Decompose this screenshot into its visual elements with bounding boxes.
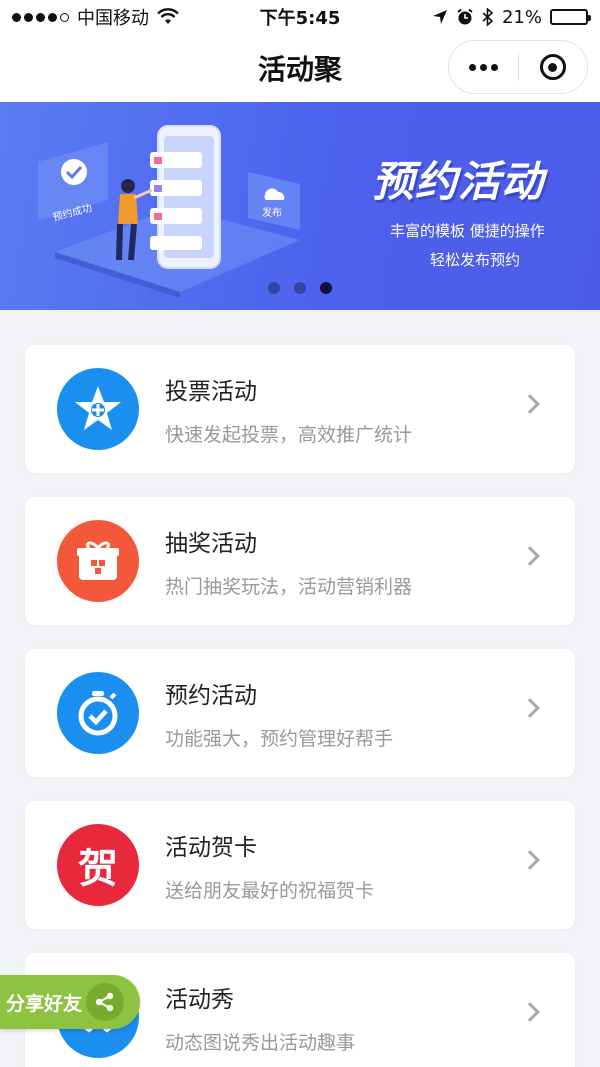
banner-title: 预约活动 [372,157,545,206]
chevron-right-icon [520,850,540,870]
banner-badge-right-label: 发布 [262,208,282,219]
activity-card[interactable]: 预约活动功能强大，预约管理好帮手 [25,649,575,777]
banner-subtitle-2: 轻松发布预约 [430,251,521,269]
battery-icon [550,9,591,25]
chevron-right-icon [520,394,540,414]
page-title: 活动聚 [257,53,342,86]
activity-list: 投票活动快速发起投票，高效推广统计抽奖活动热门抽奖玩法，活动营销利器预约活动功能… [25,345,575,1067]
carrier-label: 中国移动 [77,8,149,29]
share-icon [86,983,125,1021]
wifi-icon [157,8,179,24]
mini-program-capsule [448,40,588,94]
activity-card[interactable]: 抽奖活动热门抽奖玩法，活动营销利器 [25,497,575,625]
activity-description: 热门抽奖玩法，活动营销利器 [165,575,413,598]
banner-carousel[interactable]: 预约活动 丰富的模板 便捷的操作 轻松发布预约 预约成功 发布 [0,102,600,310]
status-left: 中国移动 [12,4,179,30]
activity-text: 预约活动功能强大，预约管理好帮手 [165,676,393,751]
carousel-indicator [268,282,332,294]
stopwatch-check-icon [57,672,139,754]
close-target-icon[interactable] [519,54,588,80]
activity-card[interactable]: 贺 活动贺卡送给朋友最好的祝福贺卡 [25,801,575,929]
alarm-clock-icon [457,8,473,25]
banner-subtitle-1: 丰富的模板 便捷的操作 [390,222,545,240]
share-label: 分享好友 [6,992,83,1015]
activity-text: 抽奖活动热门抽奖玩法，活动营销利器 [165,524,412,599]
location-arrow-icon [432,10,447,24]
status-bar: 中国移动 下午5:45 21% [0,0,600,34]
chevron-right-icon [520,546,540,566]
nav-bar: 活动聚 [0,34,600,102]
activity-description: 动态图说秀出活动趣事 [165,1031,356,1054]
signal-icon [12,12,69,22]
activity-title: 活动秀 [165,986,234,1013]
battery-percent: 21% [501,6,542,28]
carousel-dot[interactable] [268,282,280,294]
chevron-right-icon [520,698,540,718]
icon-glyph: 贺 [78,846,118,892]
activity-text: 活动秀动态图说秀出活动趣事 [165,980,355,1055]
carousel-dot[interactable] [320,282,332,294]
carousel-dot[interactable] [294,282,306,294]
vote-star-icon [57,368,139,450]
activity-title: 预约活动 [165,682,257,709]
share-friends-button[interactable]: 分享好友 [0,975,140,1029]
chevron-right-icon [520,1002,540,1022]
activity-title: 抽奖活动 [165,530,257,557]
more-dots-icon[interactable] [449,63,518,71]
status-right: 21% [432,6,591,28]
activity-text: 活动贺卡送给朋友最好的祝福贺卡 [165,828,374,903]
gift-icon [57,520,139,602]
bluetooth-icon [482,8,494,26]
activity-text: 投票活动快速发起投票，高效推广统计 [165,372,412,447]
greeting-card-icon: 贺 [57,824,139,906]
activity-title: 活动贺卡 [165,834,257,861]
activity-card[interactable]: 投票活动快速发起投票，高效推广统计 [25,345,575,473]
activity-description: 快速发起投票，高效推广统计 [165,423,413,446]
activity-title: 投票活动 [165,378,257,405]
activity-description: 功能强大，预约管理好帮手 [165,727,394,750]
activity-description: 送给朋友最好的祝福贺卡 [165,879,375,902]
